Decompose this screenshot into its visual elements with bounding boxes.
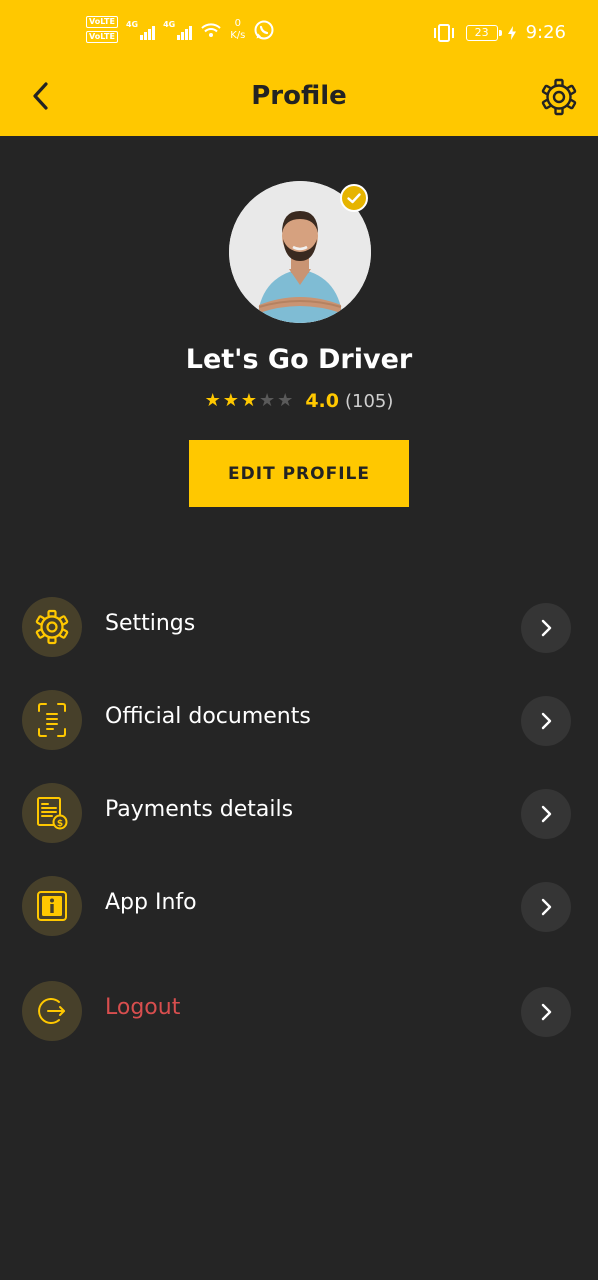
star-filled-icon: ★ — [240, 390, 258, 411]
whatsapp-icon — [254, 20, 274, 39]
vibrate-icon — [433, 23, 454, 42]
clock: 9:26 — [525, 22, 566, 43]
star-rating: ★ ★ ★ ★ ★ — [205, 391, 294, 411]
invoice-dollar-icon: $ — [37, 797, 68, 830]
chevron-right-icon[interactable] — [521, 882, 571, 932]
menu-label-payments-details: Payments details — [105, 797, 294, 822]
app-header: VoLTE VoLTE 4G 4G 0 K/s 23 9:26 Profile — [0, 0, 598, 136]
driver-name: Let's Go Driver — [185, 344, 413, 375]
menu-label-logout: Logout — [105, 995, 181, 1020]
rating-count: (105) — [344, 390, 394, 412]
battery-icon: 23 — [465, 24, 502, 41]
menu-item-official-documents[interactable]: Official documents — [0, 690, 598, 752]
gear-icon — [35, 609, 69, 645]
edit-profile-button[interactable]: EDIT PROFILE — [189, 440, 409, 507]
verified-badge-icon — [340, 184, 368, 212]
rating-row: ★ ★ ★ ★ ★ 4.0 (105) — [0, 390, 598, 412]
star-empty-icon: ★ — [259, 390, 276, 411]
star-filled-icon: ★ — [204, 390, 221, 411]
svg-text:$: $ — [57, 819, 63, 829]
volte-badge-1: VoLTE — [86, 16, 118, 28]
network-speed: 0 K/s — [230, 17, 246, 41]
menu-item-settings[interactable]: Settings — [0, 597, 598, 659]
signal-icon: 4G — [126, 20, 156, 40]
charging-icon — [507, 25, 516, 40]
menu-label-app-info: App Info — [105, 890, 197, 915]
info-icon — [37, 891, 67, 921]
signal-icon-2: 4G — [163, 20, 193, 40]
chevron-right-icon[interactable] — [521, 603, 571, 653]
rating-value: 4.0 — [305, 390, 339, 412]
menu-label-official-documents: Official documents — [105, 704, 311, 729]
menu-item-app-info[interactable]: App Info — [0, 876, 598, 938]
chevron-right-icon[interactable] — [521, 789, 571, 839]
menu-item-logout[interactable]: Logout — [0, 981, 598, 1043]
star-empty-icon: ★ — [277, 390, 294, 411]
chevron-right-icon[interactable] — [521, 696, 571, 746]
gear-icon[interactable] — [540, 78, 578, 116]
page-title: Profile — [251, 81, 347, 111]
menu-item-payments-details[interactable]: $ Payments details — [0, 783, 598, 845]
chevron-right-icon[interactable] — [521, 987, 571, 1037]
logout-icon — [38, 998, 65, 1024]
wifi-icon — [201, 22, 221, 37]
volte-indicators: VoLTE VoLTE — [86, 16, 118, 43]
volte-badge-2: VoLTE — [86, 31, 118, 43]
star-filled-icon: ★ — [222, 390, 239, 411]
menu-label-settings: Settings — [105, 611, 196, 636]
document-scan-icon — [38, 703, 66, 737]
status-bar: VoLTE VoLTE 4G 4G 0 K/s 23 9:26 — [0, 0, 598, 64]
profile-avatar[interactable] — [229, 181, 371, 323]
